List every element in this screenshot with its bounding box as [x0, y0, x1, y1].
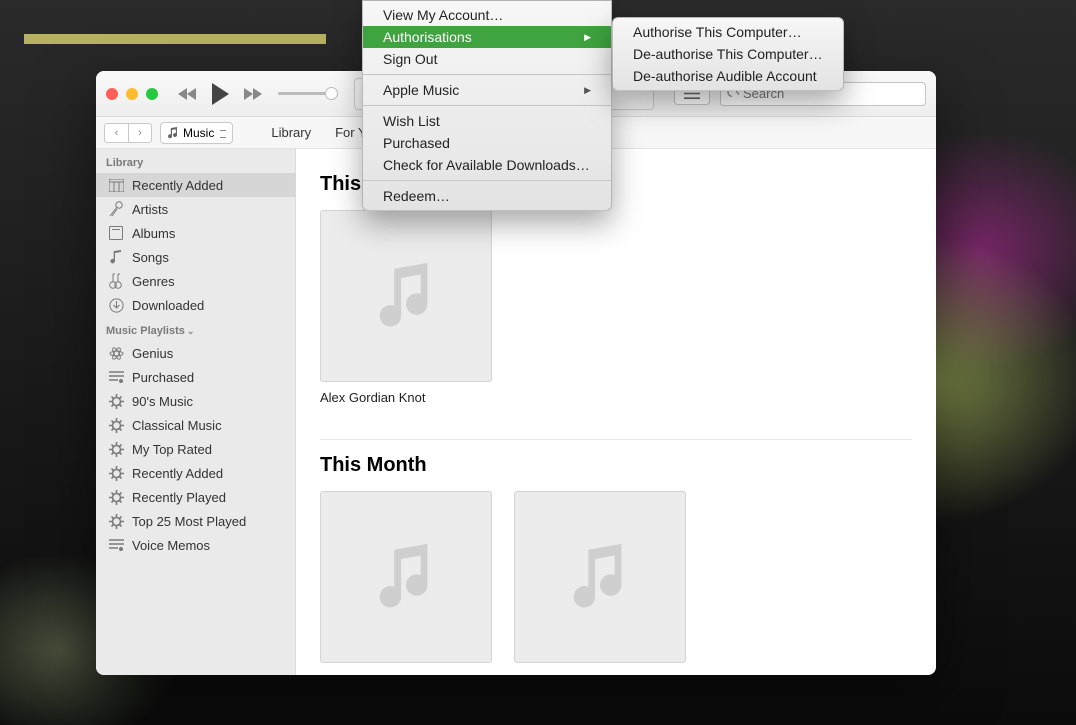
- playlist-icon: [108, 369, 124, 385]
- sidebar-item-label: Recently Added: [132, 466, 223, 481]
- sidebar-item-recently-added[interactable]: Recently Added: [96, 173, 295, 197]
- sidebar-item-label: Downloaded: [132, 298, 204, 313]
- atom-icon: [108, 345, 124, 361]
- decorative-bar: [24, 34, 326, 44]
- sidebar-header-library: Library: [96, 149, 295, 173]
- music-note-icon: [108, 249, 124, 265]
- account-menu: View My Account… Authorisations Sign Out…: [362, 0, 612, 211]
- menu-item-apple-music[interactable]: Apple Music: [363, 79, 611, 101]
- next-track-button[interactable]: [242, 87, 262, 101]
- album-row-week: Alex Gordian Knot: [320, 210, 912, 405]
- grid-icon: [108, 177, 124, 193]
- sidebar-item-label: Recently Added: [132, 178, 223, 193]
- gear-icon: [108, 465, 124, 481]
- gear-icon: [108, 417, 124, 433]
- sidebar-item-label: 90's Music: [132, 394, 193, 409]
- sidebar-item-toprated[interactable]: My Top Rated: [96, 437, 295, 461]
- sidebar-item-label: Top 25 Most Played: [132, 514, 246, 529]
- sidebar-item-voicememos[interactable]: Voice Memos: [96, 533, 295, 557]
- gear-icon: [108, 441, 124, 457]
- download-icon: [108, 297, 124, 313]
- sidebar-item-label: Recently Played: [132, 490, 226, 505]
- tab-library[interactable]: Library: [269, 119, 313, 146]
- album-tile[interactable]: [514, 491, 686, 663]
- sidebar-item-songs[interactable]: Songs: [96, 245, 295, 269]
- menu-item-purchased[interactable]: Purchased: [363, 132, 611, 154]
- album-icon: [108, 225, 124, 241]
- playlist-icon: [108, 537, 124, 553]
- volume-slider[interactable]: [278, 92, 334, 95]
- gear-icon: [108, 513, 124, 529]
- sidebar-item-recently-added-pl[interactable]: Recently Added: [96, 461, 295, 485]
- chevron-down-icon: ⌄: [187, 326, 195, 336]
- album-tile[interactable]: [320, 491, 492, 663]
- previous-track-button[interactable]: [178, 87, 198, 101]
- sidebar-item-genres[interactable]: Genres: [96, 269, 295, 293]
- menu-item-sign-out[interactable]: Sign Out: [363, 48, 611, 70]
- menu-item-wish-list[interactable]: Wish List: [363, 110, 611, 132]
- music-notes-icon: [561, 538, 639, 616]
- authorisations-submenu: Authorise This Computer… De-authorise Th…: [612, 17, 844, 91]
- play-button[interactable]: [210, 83, 230, 105]
- sidebar-item-label: Albums: [132, 226, 175, 241]
- sidebar-item-purchased[interactable]: Purchased: [96, 365, 295, 389]
- album-art-placeholder: [514, 491, 686, 663]
- sidebar-item-artists[interactable]: Artists: [96, 197, 295, 221]
- playback-controls: [178, 83, 262, 105]
- sidebar-item-label: Artists: [132, 202, 168, 217]
- sidebar-item-label: Purchased: [132, 370, 194, 385]
- sidebar-item-90s[interactable]: 90's Music: [96, 389, 295, 413]
- sidebar-item-genius[interactable]: Genius: [96, 341, 295, 365]
- menu-separator: [363, 105, 611, 106]
- history-nav: ‹ ›: [104, 123, 152, 143]
- menu-item-authorisations[interactable]: Authorisations: [363, 26, 611, 48]
- sidebar-item-label: Voice Memos: [132, 538, 210, 553]
- media-type-picker[interactable]: Music: [160, 122, 233, 144]
- album-caption: Alex Gordian Knot: [320, 390, 492, 405]
- album-art-placeholder: [320, 491, 492, 663]
- sidebar-item-downloaded[interactable]: Downloaded: [96, 293, 295, 317]
- sidebar-item-label: Classical Music: [132, 418, 222, 433]
- sidebar-header-playlists[interactable]: Music Playlists⌄: [96, 317, 295, 341]
- gear-icon: [108, 393, 124, 409]
- chevron-down-icon: [736, 90, 739, 97]
- sidebar-item-recently-played[interactable]: Recently Played: [96, 485, 295, 509]
- music-note-icon: [167, 127, 179, 139]
- menu-item-view-account[interactable]: View My Account…: [363, 4, 611, 26]
- music-notes-icon: [367, 538, 445, 616]
- sidebar-item-label: My Top Rated: [132, 442, 212, 457]
- sidebar-item-classical[interactable]: Classical Music: [96, 413, 295, 437]
- menu-separator: [363, 180, 611, 181]
- forward-button[interactable]: ›: [128, 123, 152, 143]
- section-title-this-month: This Month: [320, 454, 912, 477]
- menu-item-redeem[interactable]: Redeem…: [363, 185, 611, 207]
- submenu-item-deauthorise-audible[interactable]: De-authorise Audible Account: [613, 65, 843, 87]
- album-tile[interactable]: Alex Gordian Knot: [320, 210, 492, 405]
- menu-item-check-downloads[interactable]: Check for Available Downloads…: [363, 154, 611, 176]
- album-row-month: [320, 491, 912, 663]
- minimize-button[interactable]: [126, 88, 138, 100]
- maximize-button[interactable]: [146, 88, 158, 100]
- sidebar-item-label: Genius: [132, 346, 173, 361]
- microphone-icon: [108, 201, 124, 217]
- sidebar-item-label: Genres: [132, 274, 175, 289]
- gear-icon: [108, 489, 124, 505]
- music-notes-icon: [367, 257, 445, 335]
- media-type-label: Music: [183, 126, 214, 140]
- sidebar-item-top25[interactable]: Top 25 Most Played: [96, 509, 295, 533]
- album-art-placeholder: [320, 210, 492, 382]
- traffic-lights: [106, 88, 158, 100]
- close-button[interactable]: [106, 88, 118, 100]
- guitar-icon: [108, 273, 124, 289]
- sidebar: Library Recently Added Artists Albums So…: [96, 149, 296, 675]
- section-divider: [320, 439, 912, 440]
- sidebar-item-label: Songs: [132, 250, 169, 265]
- content-area: This Week Alex Gordian Knot This Month: [296, 149, 936, 675]
- submenu-item-deauthorise[interactable]: De-authorise This Computer…: [613, 43, 843, 65]
- back-button[interactable]: ‹: [104, 123, 128, 143]
- submenu-item-authorise[interactable]: Authorise This Computer…: [613, 21, 843, 43]
- menu-separator: [363, 74, 611, 75]
- sidebar-item-albums[interactable]: Albums: [96, 221, 295, 245]
